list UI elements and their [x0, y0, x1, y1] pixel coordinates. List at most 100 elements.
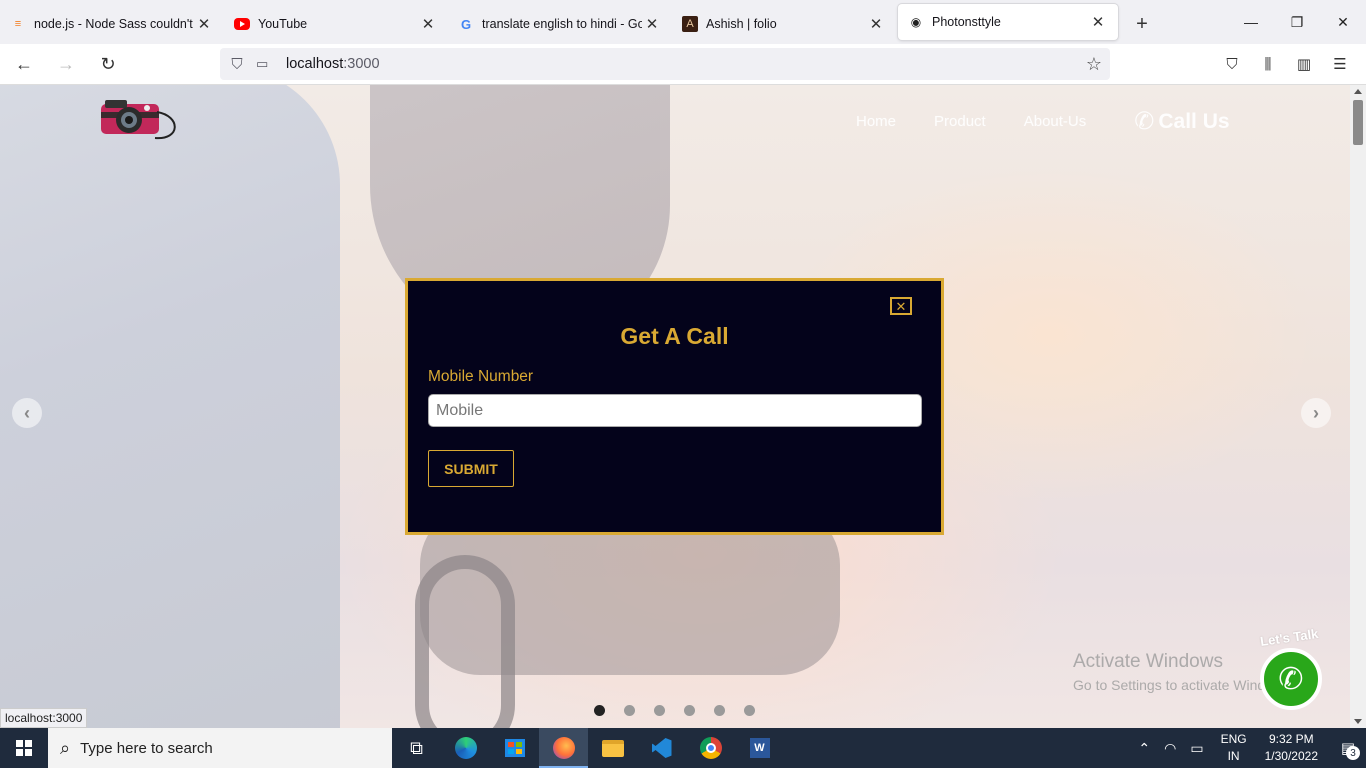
start-button[interactable] [0, 728, 48, 768]
call-us-button[interactable]: ✆ Call Us [1134, 107, 1229, 136]
restore-icon[interactable]: ❐ [1274, 0, 1320, 44]
tab-photonsttyle[interactable]: ◉ Photonsttyle ✕ [898, 4, 1118, 40]
nav-about-link[interactable]: About-Us [1024, 113, 1087, 130]
tab-title: translate english to hindi - Goog [482, 17, 642, 31]
firefox-icon [552, 737, 575, 759]
notification-center-button[interactable]: ▤ 3 [1330, 728, 1366, 768]
close-tab-icon[interactable]: ✕ [418, 14, 438, 34]
close-tab-icon[interactable]: ✕ [1088, 12, 1108, 32]
search-icon: ⌕ [60, 737, 71, 758]
file-explorer-taskbar-button[interactable] [588, 728, 637, 768]
tracking-protection-icon[interactable]: ⛉ [228, 56, 246, 73]
carousel-dot[interactable] [714, 705, 725, 716]
taskbar-search-box[interactable]: ⌕ Type here to search [48, 728, 392, 768]
phone-icon: ✆ [1134, 108, 1155, 135]
menu-icon[interactable]: ☰ [1322, 48, 1358, 80]
stackoverflow-icon: ≡ [14, 18, 22, 30]
carousel-dot[interactable] [744, 705, 755, 716]
carousel-dot[interactable] [654, 705, 665, 716]
chrome-taskbar-button[interactable] [686, 728, 735, 768]
url-port: :3000 [343, 56, 380, 72]
chevron-right-icon: › [1313, 402, 1319, 423]
new-tab-button[interactable]: + [1120, 4, 1164, 44]
page-scrollbar[interactable] [1350, 85, 1366, 728]
page-viewport: Home Product About-Us ✆ Call Us ‹ › Acti… [0, 85, 1350, 728]
carousel-prev-button[interactable]: ‹ [12, 398, 42, 428]
scroll-thumb[interactable] [1353, 100, 1363, 145]
tab-stackoverflow[interactable]: ≡ node.js - Node Sass couldn't find ✕ [0, 4, 224, 44]
chrome-icon [699, 737, 722, 759]
lang-region: IN [1227, 749, 1240, 763]
tab-google-translate[interactable]: G translate english to hindi - Goog ✕ [448, 4, 672, 44]
bookmark-star-icon[interactable]: ☆ [1086, 54, 1102, 75]
site-logo[interactable] [97, 90, 181, 146]
scroll-down-arrow-icon[interactable] [1354, 719, 1362, 724]
address-bar[interactable]: ⛉ ▭ localhost:3000 ☆ [220, 48, 1110, 80]
nav-home-link[interactable]: Home [856, 113, 896, 130]
battery-icon[interactable]: ▭ [1190, 740, 1203, 757]
input-language-indicator[interactable]: ENG IN [1221, 731, 1247, 765]
vscode-taskbar-button[interactable] [637, 728, 686, 768]
url-host: localhost [286, 56, 344, 72]
chevron-up-icon[interactable]: ⌃ [1138, 740, 1150, 757]
tab-portfolio[interactable]: A Ashish | folio ✕ [672, 4, 896, 44]
carousel-next-button[interactable]: › [1301, 398, 1331, 428]
carousel-dot[interactable] [684, 705, 695, 716]
system-tray: ⌃ ◠ ▭ ENG IN 9:32 PM 1/30/2022 ▤ 3 [1131, 728, 1366, 768]
hero-image-person [0, 85, 340, 728]
forward-icon[interactable]: → [48, 48, 84, 80]
wifi-icon[interactable]: ◠ [1164, 740, 1176, 757]
url-text[interactable]: localhost:3000 [286, 56, 380, 72]
modal-close-button[interactable]: ✕ [890, 297, 912, 315]
whatsapp-tagline: Let's Talk [1259, 626, 1320, 649]
tab-youtube[interactable]: YouTube ✕ [224, 4, 448, 44]
search-placeholder: Type here to search [80, 739, 213, 757]
mobile-number-label: Mobile Number [428, 368, 534, 385]
taskbar-clock[interactable]: 9:32 PM 1/30/2022 [1265, 731, 1318, 765]
window-controls: — ❐ ✕ [1228, 0, 1366, 44]
library-icon[interactable]: ⫼ [1250, 48, 1286, 80]
edge-icon [454, 737, 477, 759]
word-taskbar-button[interactable]: W [735, 728, 784, 768]
carousel-dot[interactable] [594, 705, 605, 716]
task-view-icon: ⧉ [410, 737, 423, 758]
store-icon [504, 739, 525, 757]
firefox-taskbar-button[interactable] [539, 728, 588, 768]
google-icon: G [460, 16, 472, 32]
reload-icon[interactable]: ↻ [90, 48, 126, 80]
minimize-icon[interactable]: — [1228, 0, 1274, 44]
clock-time: 9:32 PM [1268, 732, 1314, 746]
pocket-icon[interactable]: ⛉ [1214, 48, 1250, 80]
close-tab-icon[interactable]: ✕ [194, 14, 214, 34]
carousel-dot[interactable] [624, 705, 635, 716]
store-taskbar-button[interactable] [490, 728, 539, 768]
tab-title: node.js - Node Sass couldn't find [34, 17, 194, 31]
mobile-input[interactable] [428, 394, 922, 427]
sidebar-icon[interactable]: ▥ [1286, 48, 1322, 80]
modal-title: Get A Call [620, 323, 729, 349]
page-info-icon[interactable]: ▭ [256, 56, 274, 72]
nav-product-link[interactable]: Product [934, 113, 986, 130]
close-tab-icon[interactable]: ✕ [866, 14, 886, 34]
close-tab-icon[interactable]: ✕ [642, 14, 662, 34]
edge-taskbar-button[interactable] [441, 728, 490, 768]
youtube-icon [234, 18, 250, 30]
status-link-tooltip: localhost:3000 [0, 708, 88, 728]
windows-logo-icon [16, 740, 32, 756]
vscode-icon [651, 738, 672, 758]
get-a-call-modal: ✕ Get A Call Mobile Number SUBMIT [405, 278, 944, 535]
whatsapp-icon: ✆ [1260, 648, 1322, 710]
browser-toolbar: ← → ↻ ⛉ ▭ localhost:3000 ☆ ⛉ ⫼ ▥ ☰ [0, 44, 1366, 85]
camera-icon: ◉ [910, 15, 922, 29]
portfolio-icon: A [682, 16, 698, 32]
lang-code: ENG [1220, 732, 1247, 746]
scroll-up-arrow-icon[interactable] [1354, 89, 1362, 94]
word-icon: W [749, 738, 770, 758]
folder-icon [601, 739, 624, 757]
back-icon[interactable]: ← [6, 48, 42, 80]
submit-button[interactable]: SUBMIT [428, 450, 514, 487]
whatsapp-chat-button[interactable]: Let's Talk ✆ [1258, 626, 1328, 712]
tab-title: YouTube [258, 17, 308, 31]
task-view-button[interactable]: ⧉ [392, 728, 441, 768]
close-window-icon[interactable]: ✕ [1320, 0, 1366, 44]
